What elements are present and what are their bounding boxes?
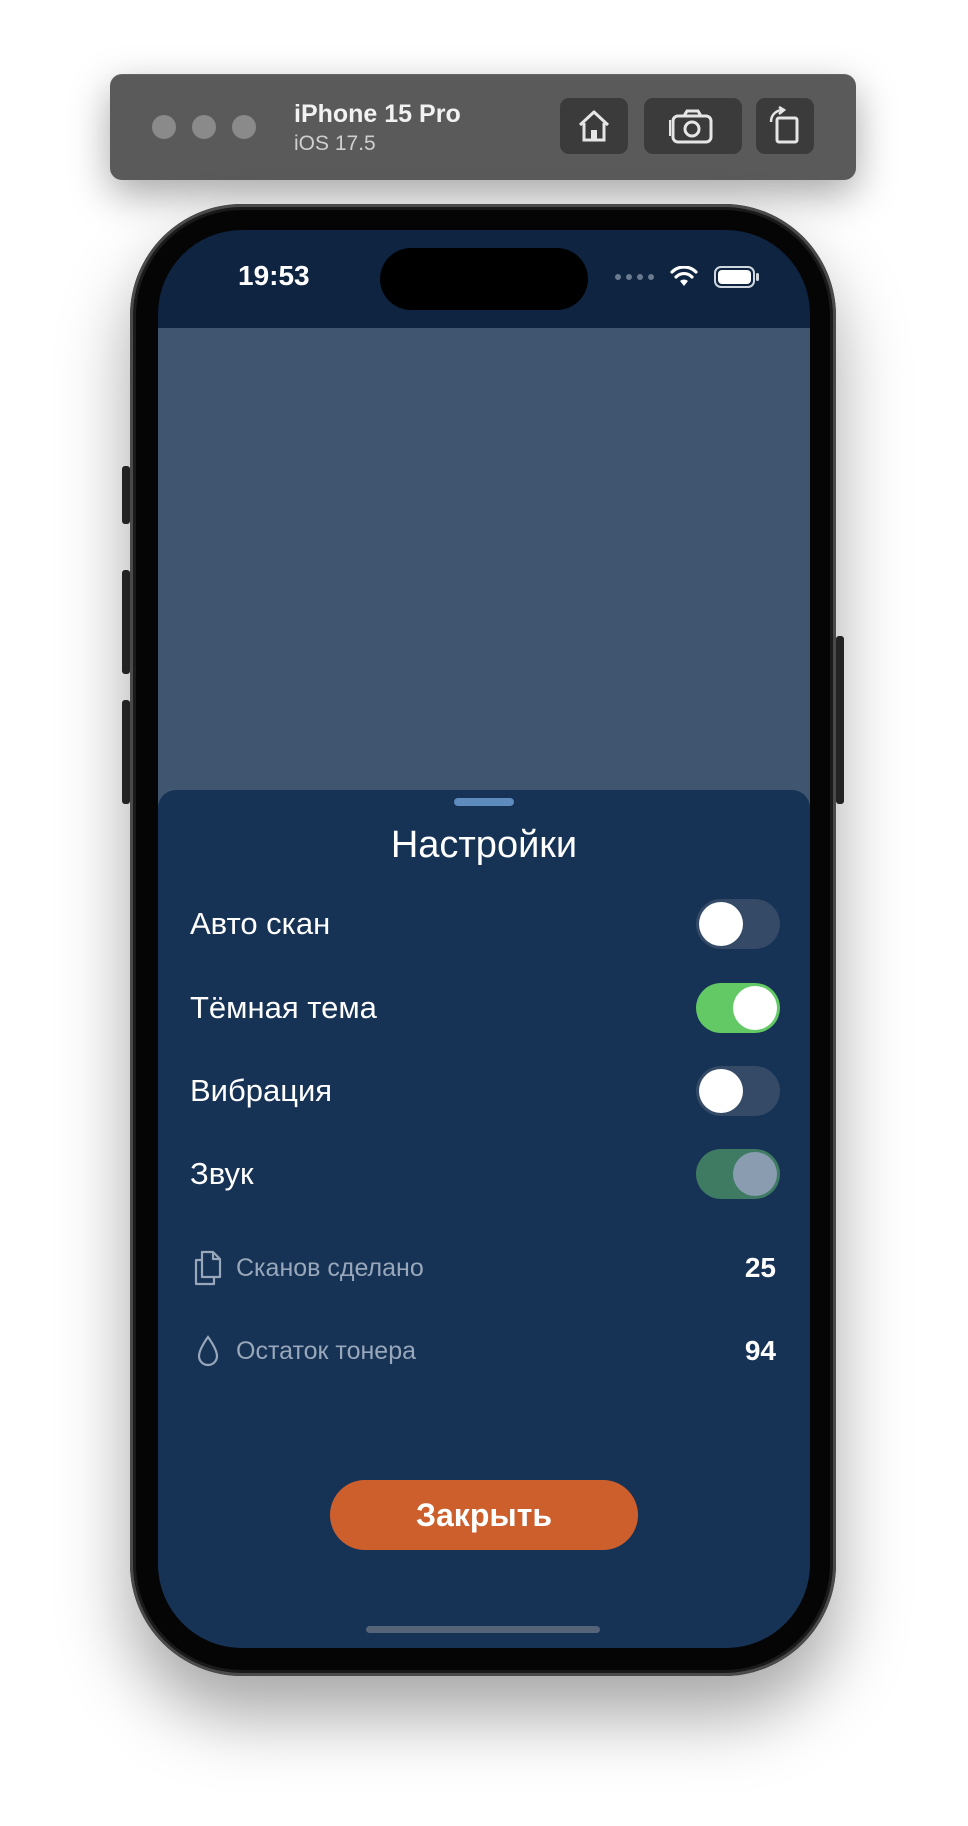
toggle-knob <box>699 902 743 946</box>
documents-icon <box>192 1250 224 1286</box>
vibration-row: Вибрация <box>190 1063 780 1119</box>
volume-down-button <box>122 700 130 804</box>
wifi-icon <box>670 266 698 286</box>
close-button[interactable]: Закрыть <box>330 1480 638 1550</box>
sound-toggle[interactable] <box>696 1149 780 1199</box>
camera-icon <box>669 109 713 144</box>
sheet-title: Настройки <box>390 824 578 866</box>
os-version: iOS 17.5 <box>294 132 376 155</box>
vibration-label: Вибрация <box>190 1073 333 1108</box>
sound-label: Звук <box>190 1156 254 1191</box>
window-zoom-dot[interactable] <box>232 115 256 139</box>
status-time: 19:53 <box>238 260 310 291</box>
volume-up-button <box>122 570 130 674</box>
scans-done-stat: Сканов сделано 25 <box>192 1248 776 1288</box>
toner-left-label: Остаток тонера <box>236 1336 417 1365</box>
dynamic-island <box>380 248 588 310</box>
toner-left-value: 94 <box>744 1335 776 1366</box>
toggle-knob <box>699 1069 743 1113</box>
auto-scan-toggle[interactable] <box>696 899 780 949</box>
power-button <box>836 636 844 804</box>
dark-theme-toggle[interactable] <box>696 983 780 1033</box>
action-button <box>122 466 130 524</box>
auto-scan-label: Авто скан <box>190 906 331 941</box>
dark-theme-row: Тёмная тема <box>190 980 780 1036</box>
settings-sheet: Настройки Авто скан Тёмная тема Вибрация… <box>158 790 810 1648</box>
status-indicators <box>615 266 760 288</box>
dark-theme-label: Тёмная тема <box>190 990 377 1025</box>
home-button[interactable] <box>560 98 628 154</box>
dimmed-background[interactable] <box>158 328 810 828</box>
screenshot-button[interactable] <box>644 98 742 154</box>
toner-left-stat: Остаток тонера 94 <box>192 1331 776 1371</box>
toggle-knob <box>733 1152 777 1196</box>
rotate-icon <box>769 106 799 144</box>
home-indicator[interactable] <box>366 1626 600 1633</box>
cellular-signal-icon <box>615 274 654 280</box>
vibration-toggle[interactable] <box>696 1066 780 1116</box>
sound-row: Звук <box>190 1146 780 1202</box>
device-name: iPhone 15 Pro <box>294 100 461 128</box>
window-close-dot[interactable] <box>152 115 176 139</box>
toggle-knob <box>733 986 777 1030</box>
scans-done-value: 25 <box>744 1252 776 1283</box>
rotate-button[interactable] <box>756 98 814 154</box>
battery-icon <box>714 266 759 288</box>
window-minimize-dot[interactable] <box>192 115 216 139</box>
drop-icon <box>192 1333 224 1369</box>
simulator-toolbar: iPhone 15 Pro iOS 17.5 <box>110 74 856 180</box>
home-icon <box>578 110 610 142</box>
scans-done-label: Сканов сделано <box>236 1253 424 1282</box>
sheet-grabber[interactable] <box>454 798 514 806</box>
phone-screen: 19:53 Настройки Авто скан Тёмная тема Ви… <box>158 230 810 1648</box>
auto-scan-row: Авто скан <box>190 896 780 952</box>
